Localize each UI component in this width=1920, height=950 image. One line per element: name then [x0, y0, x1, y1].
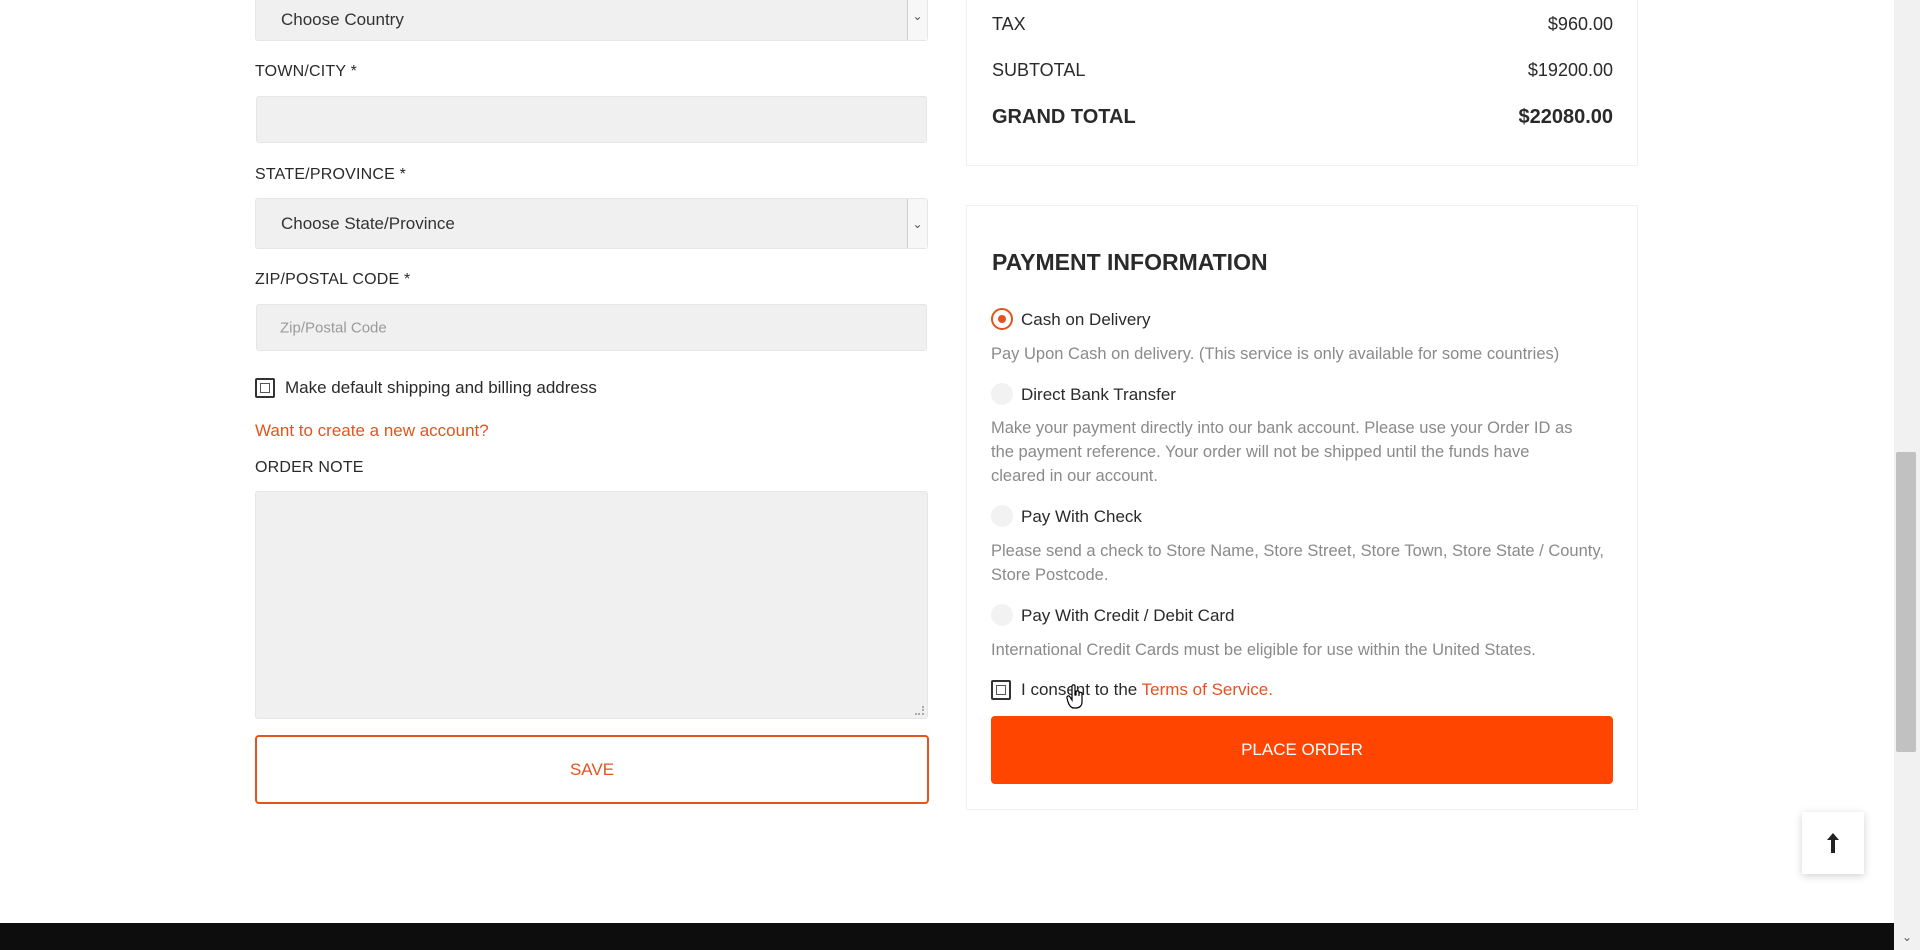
consent-checkbox[interactable]	[991, 680, 1011, 700]
town-input[interactable]	[256, 96, 927, 143]
grand-total-value: $22080.00	[1518, 106, 1613, 128]
radio-cash-on-delivery[interactable]	[991, 308, 1013, 330]
tax-value: $960.00	[1547, 14, 1613, 34]
option-check-label: Pay With Check	[1021, 507, 1142, 526]
default-address-checkbox[interactable]	[255, 378, 275, 398]
subtotal-label: SUBTOTAL	[992, 60, 1086, 80]
save-button-label: SAVE	[569, 759, 615, 779]
scrollbar-thumb[interactable]	[1896, 452, 1916, 752]
scroll-to-top-button[interactable]	[1802, 812, 1864, 874]
hand-cursor-icon	[1066, 684, 1083, 709]
country-select-value: Choose Country	[281, 10, 404, 30]
zip-input[interactable]: Zip/Postal Code	[256, 304, 927, 351]
arrow-up-icon	[1827, 833, 1839, 853]
terms-of-service-link[interactable]: Terms of Service.	[1142, 680, 1273, 699]
resize-handle-icon[interactable]	[915, 706, 924, 715]
payment-title: PAYMENT INFORMATION	[992, 249, 1268, 275]
save-button[interactable]: SAVE	[255, 735, 929, 804]
order-note-textarea[interactable]	[255, 491, 928, 719]
state-select[interactable]: Choose State/Province ⌄	[255, 198, 928, 249]
order-note-label: ORDER NOTE	[255, 459, 364, 476]
subtotal-value: $19200.00	[1527, 60, 1613, 80]
country-select[interactable]: Choose Country ⌄	[255, 0, 928, 41]
radio-bank-transfer[interactable]	[991, 383, 1013, 405]
zip-placeholder: Zip/Postal Code	[280, 319, 387, 336]
place-order-label: PLACE ORDER	[1241, 740, 1363, 759]
scrollbar-track[interactable]: ⌄	[1894, 0, 1920, 950]
chevron-down-icon: ⌄	[907, 199, 927, 248]
option-check-desc: Please send a check to Store Name, Store…	[991, 542, 1604, 584]
option-bank-desc: Make your payment directly into our bank…	[991, 419, 1573, 485]
state-label: STATE/PROVINCE *	[255, 166, 407, 183]
option-cash-desc: Pay Upon Cash on delivery. (This service…	[991, 345, 1560, 363]
create-account-link[interactable]: Want to create a new account?	[255, 421, 489, 441]
order-summary-panel	[966, 0, 1638, 166]
radio-check[interactable]	[991, 505, 1013, 527]
radio-credit-card[interactable]	[991, 604, 1013, 626]
default-address-label: Make default shipping and billing addres…	[285, 378, 597, 397]
tax-label: TAX	[992, 14, 1026, 34]
consent-text: I consent to the Terms of Service.	[1021, 680, 1273, 700]
grand-total-label: GRAND TOTAL	[992, 106, 1136, 128]
footer-strip	[0, 923, 1894, 950]
option-card-label: Pay With Credit / Debit Card	[1021, 606, 1235, 625]
chevron-down-icon: ⌄	[907, 0, 927, 40]
option-cash-label: Cash on Delivery	[1021, 310, 1151, 329]
town-label: TOWN/CITY *	[255, 63, 358, 80]
option-card-desc: International Credit Cards must be eligi…	[991, 641, 1536, 659]
zip-label: ZIP/POSTAL CODE *	[255, 271, 411, 288]
place-order-button[interactable]: PLACE ORDER	[991, 716, 1613, 784]
scroll-down-icon[interactable]: ⌄	[1894, 930, 1920, 950]
state-select-value: Choose State/Province	[281, 213, 455, 233]
option-bank-label: Direct Bank Transfer	[1021, 385, 1176, 404]
